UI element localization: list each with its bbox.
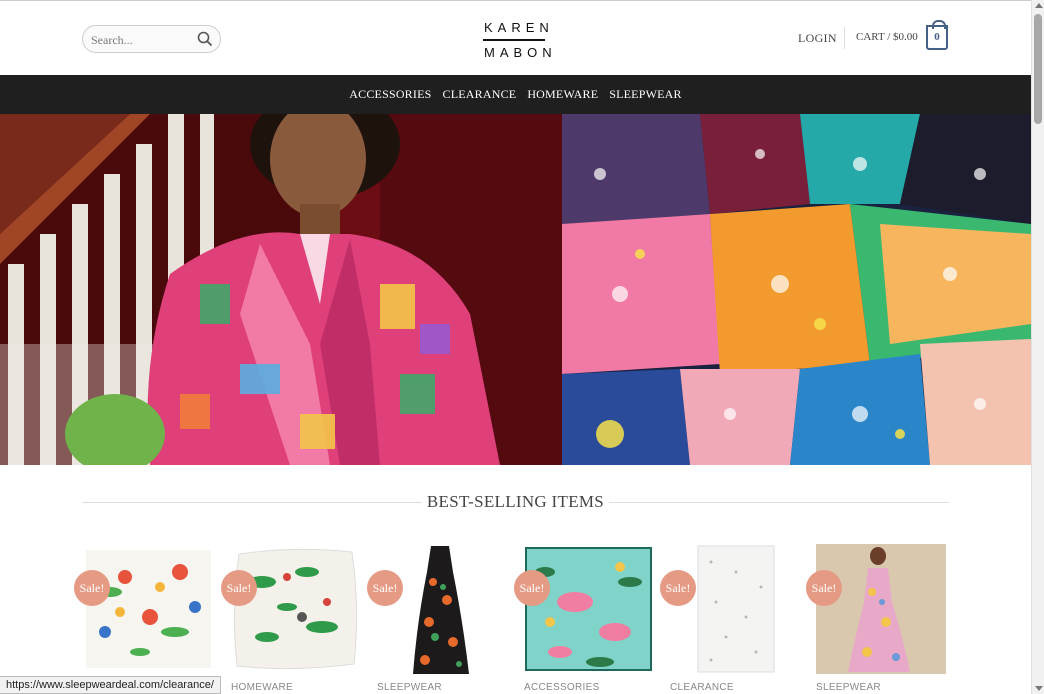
hero-banner[interactable] (0, 114, 1031, 465)
sale-badge: Sale! (367, 570, 403, 606)
hero-scarves-photo (562, 114, 1031, 465)
nav-item-sleepwear[interactable]: SLEEPWEAR (609, 87, 681, 102)
product-image[interactable] (227, 542, 362, 677)
search-input[interactable] (91, 30, 191, 50)
sale-badge: Sale! (806, 570, 842, 606)
best-selling-heading: BEST-SELLING ITEMS (82, 490, 949, 514)
product-image[interactable] (80, 542, 215, 677)
scroll-up-arrow-icon[interactable] (1035, 3, 1043, 8)
search-icon[interactable] (197, 31, 213, 47)
logo-line-2: MABON (484, 45, 557, 60)
section-title: BEST-SELLING ITEMS (426, 492, 605, 511)
scroll-thumb[interactable] (1034, 14, 1042, 124)
nav-item-accessories[interactable]: ACCESSORIES (349, 87, 431, 102)
product-category[interactable]: SLEEPWEAR (377, 682, 442, 693)
product-image[interactable] (666, 542, 801, 677)
page: KAREN MABON LOGIN CART / $0.00 0 ACCESSO… (0, 0, 1031, 694)
nav-item-clearance[interactable]: CLEARANCE (443, 87, 517, 102)
sale-badge: Sale! (514, 570, 550, 606)
sale-badge: Sale! (660, 570, 696, 606)
site-header: KAREN MABON LOGIN CART / $0.00 0 (0, 0, 1031, 75)
product-image[interactable] (520, 542, 655, 677)
product-category[interactable]: HOMEWARE (231, 682, 293, 693)
login-link[interactable]: LOGIN (798, 31, 837, 46)
sale-badge: Sale! (74, 570, 110, 606)
product-image[interactable] (373, 542, 508, 677)
scroll-down-arrow-icon[interactable] (1035, 686, 1043, 691)
product-category[interactable]: SLEEPWEAR (816, 682, 881, 693)
nav-item-homeware[interactable]: HOMEWARE (527, 87, 598, 102)
hero-model-photo (0, 114, 562, 465)
product-image[interactable] (812, 542, 947, 677)
product-category[interactable]: CLEARANCE (670, 682, 734, 693)
product-category[interactable]: ACCESSORIES (524, 682, 600, 693)
search-box[interactable] (82, 25, 221, 53)
status-bar-url: https://www.sleepweardeal.com/clearance/ (0, 676, 221, 694)
sale-badge: Sale! (221, 570, 257, 606)
vertical-scrollbar[interactable] (1031, 0, 1044, 694)
header-divider (844, 27, 845, 49)
site-logo[interactable]: KAREN MABON (480, 19, 557, 61)
logo-divider (483, 39, 545, 41)
cart-count-icon[interactable]: 0 (926, 20, 948, 50)
logo-line-1: KAREN (484, 20, 554, 35)
cart-link[interactable]: CART / $0.00 (856, 31, 918, 43)
main-nav: ACCESSORIES CLEARANCE HOMEWARE SLEEPWEAR (0, 75, 1031, 114)
